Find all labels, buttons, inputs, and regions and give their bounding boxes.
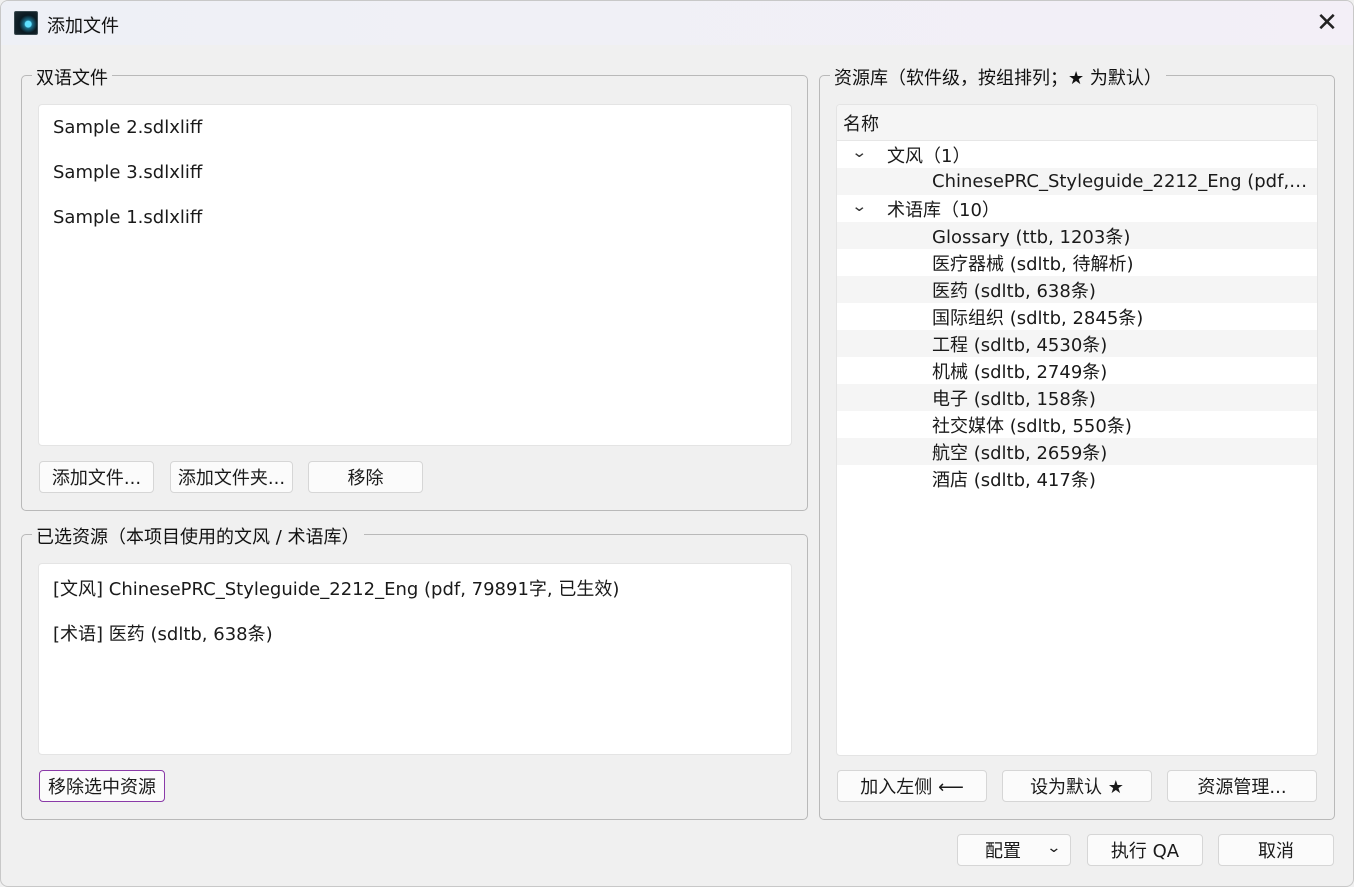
window-title: 添加文件 (47, 16, 119, 37)
list-item[interactable]: Sample 3.sdlxliff (53, 162, 202, 183)
tree-group-label: 文风（1） (887, 145, 971, 167)
tree-item-label: 国际组织 (sdltb, 2845条) (932, 307, 1144, 329)
add-files-button[interactable]: 添加文件... (39, 461, 154, 493)
tree-item-label: 医疗器械 (sdltb, 待解析) (932, 253, 1134, 275)
selected-resources-group: 已选资源（本项目使用的文风 / 术语库） [文风] ChinesePRC_Sty… (21, 523, 808, 820)
config-select-value: 配置 (985, 841, 1021, 862)
app-icon (14, 11, 38, 35)
tree-item[interactable]: ChinesePRC_Styleguide_2212_Eng (pdf, 79.… (837, 168, 1317, 195)
close-button[interactable]: ✕ (1307, 5, 1347, 41)
tree-item[interactable]: 机械 (sdltb, 2749条) (837, 357, 1317, 384)
bilingual-files-list[interactable]: Sample 2.sdlxliff Sample 3.sdlxliff Samp… (38, 104, 792, 446)
title-bar: 添加文件 ✕ (1, 1, 1353, 45)
chevron-down-icon: ⌄ (1046, 840, 1062, 856)
tree-group-label: 术语库（10） (887, 199, 1000, 221)
list-item[interactable]: Sample 2.sdlxliff (53, 117, 202, 138)
tree-item[interactable]: Glossary (ttb, 1203条) (837, 222, 1317, 249)
list-item[interactable]: [文风] ChinesePRC_Styleguide_2212_Eng (pdf… (53, 575, 619, 601)
tree-item-label: Glossary (ttb, 1203条) (932, 226, 1131, 248)
run-qa-button[interactable]: 执行 QA (1087, 834, 1203, 866)
add-to-left-button[interactable]: 加入左侧 ⟵ (837, 770, 987, 802)
remove-button[interactable]: 移除 (308, 461, 423, 493)
column-header-name[interactable]: 名称 (837, 105, 1317, 141)
chevron-down-icon[interactable]: ⌄ (851, 143, 867, 161)
tree-item-label: 社交媒体 (sdltb, 550条) (932, 415, 1132, 437)
bilingual-files-group: 双语文件 Sample 2.sdlxliff Sample 3.sdlxliff… (21, 64, 808, 511)
selected-resources-legend: 已选资源（本项目使用的文风 / 术语库） (32, 523, 364, 549)
cancel-button[interactable]: 取消 (1218, 834, 1334, 866)
tree-item[interactable]: 社交媒体 (sdltb, 550条) (837, 411, 1317, 438)
resource-manager-button[interactable]: 资源管理... (1167, 770, 1317, 802)
tree-item-label: 酒店 (sdltb, 417条) (932, 469, 1096, 491)
tree-item-label: 电子 (sdltb, 158条) (932, 388, 1096, 410)
set-default-button[interactable]: 设为默认 ★ (1002, 770, 1152, 802)
chevron-down-icon[interactable]: ⌄ (851, 197, 867, 215)
tree-item[interactable]: 电子 (sdltb, 158条) (837, 384, 1317, 411)
tree-item-label: 工程 (sdltb, 4530条) (932, 334, 1108, 356)
list-item[interactable]: [术语] 医药 (sdltb, 638条) (53, 620, 273, 646)
tree-item[interactable]: 航空 (sdltb, 2659条) (837, 438, 1317, 465)
list-item[interactable]: Sample 1.sdlxliff (53, 207, 202, 228)
tree-group-style[interactable]: ⌄ 文风（1） (837, 141, 1317, 168)
resource-library-tree[interactable]: 名称 ⌄ 文风（1） ChinesePRC_Styleguide_2212_En… (836, 104, 1318, 756)
add-files-dialog: 添加文件 ✕ 双语文件 Sample 2.sdlxliff Sample 3.s… (0, 0, 1354, 887)
tree-item[interactable]: 酒店 (sdltb, 417条) (837, 465, 1317, 492)
remove-selected-resource-button[interactable]: 移除选中资源 (39, 770, 165, 802)
tree-item-label: 航空 (sdltb, 2659条) (932, 442, 1108, 464)
selected-resources-list[interactable]: [文风] ChinesePRC_Styleguide_2212_Eng (pdf… (38, 563, 792, 755)
tree-item[interactable]: 医疗器械 (sdltb, 待解析) (837, 249, 1317, 276)
tree-item[interactable]: 医药 (sdltb, 638条) (837, 276, 1317, 303)
tree-item-label: 医药 (sdltb, 638条) (932, 280, 1096, 302)
tree-item[interactable]: 国际组织 (sdltb, 2845条) (837, 303, 1317, 330)
resource-library-legend: 资源库（软件级，按组排列；★ 为默认） (830, 64, 1166, 90)
resource-library-group: 资源库（软件级，按组排列；★ 为默认） 名称 ⌄ 文风（1） ChinesePR… (819, 64, 1335, 820)
tree-item-label: ChinesePRC_Styleguide_2212_Eng (pdf, 79.… (932, 171, 1309, 192)
add-folder-button[interactable]: 添加文件夹... (170, 461, 293, 493)
close-icon: ✕ (1316, 8, 1338, 38)
config-select[interactable]: 配置 ⌄ (957, 834, 1071, 866)
tree-group-termbase[interactable]: ⌄ 术语库（10） (837, 195, 1317, 222)
tree-item-label: 机械 (sdltb, 2749条) (932, 361, 1108, 383)
bilingual-files-legend: 双语文件 (32, 64, 112, 90)
tree-item[interactable]: 工程 (sdltb, 4530条) (837, 330, 1317, 357)
